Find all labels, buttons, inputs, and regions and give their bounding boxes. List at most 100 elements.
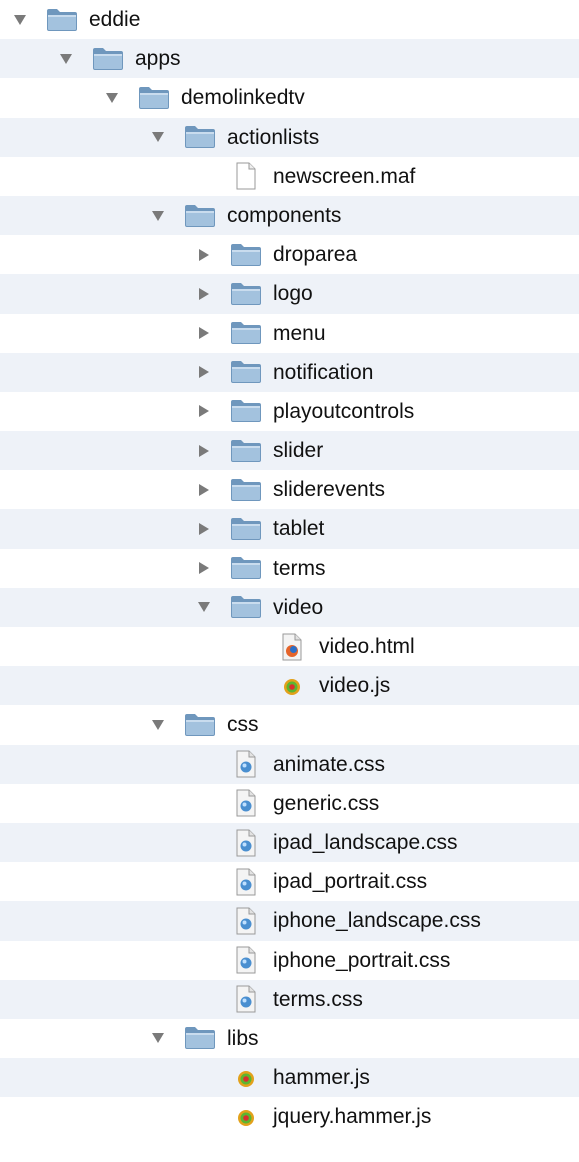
tree-item-label: eddie [89, 8, 141, 31]
tree-item-label: playoutcontrols [273, 399, 415, 423]
folder-icon [89, 39, 127, 78]
tree-row-folder[interactable]: libs [0, 1018, 579, 1059]
tree-row-file[interactable]: video.html [0, 627, 579, 667]
tree-item-label: jquery.hammer.js [273, 1105, 432, 1129]
js-file-icon [273, 666, 311, 705]
tree-row-file[interactable]: newscreen.maf [0, 156, 579, 196]
folder-icon [227, 431, 265, 470]
tree-row-file[interactable]: ipad_portrait.css [0, 862, 579, 902]
disclosure-triangle-collapsed-icon[interactable] [193, 431, 215, 470]
tree-row-folder[interactable]: css [0, 705, 579, 745]
tree-item-label: terms [273, 556, 326, 580]
tree-item-label: animate.css [273, 752, 386, 776]
tree-row-folder[interactable]: sliderevents [0, 470, 579, 510]
tree-item-label: generic.css [273, 791, 380, 815]
css-file-icon [227, 901, 265, 940]
disclosure-triangle-expanded-icon[interactable] [147, 196, 169, 235]
html-file-icon [273, 627, 311, 666]
tree-item-label: video.html [319, 635, 415, 658]
tree-row-folder[interactable]: logo [0, 274, 579, 314]
tree-row-folder[interactable]: menu [0, 313, 579, 353]
folder-icon [227, 549, 265, 588]
tree-row-folder[interactable]: terms [0, 548, 579, 588]
css-file-icon [227, 980, 265, 1019]
folder-icon [181, 1019, 219, 1058]
tree-row-file[interactable]: ipad_landscape.css [0, 822, 579, 863]
disclosure-triangle-expanded-icon[interactable] [101, 78, 123, 117]
tree-row-folder[interactable]: eddie [0, 0, 579, 40]
disclosure-triangle-expanded-icon[interactable] [147, 1019, 169, 1058]
css-file-icon [227, 862, 265, 901]
tree-row-file[interactable]: hammer.js [0, 1058, 579, 1098]
tree-item-label: ipad_landscape.css [273, 830, 458, 854]
tree-row-file[interactable]: iphone_portrait.css [0, 940, 579, 980]
tree-item-label: hammer.js [273, 1066, 370, 1090]
folder-icon [181, 196, 219, 235]
disclosure-triangle-collapsed-icon[interactable] [193, 392, 215, 431]
folder-icon [227, 314, 265, 353]
tree-item-label: ipad_portrait.css [273, 870, 428, 894]
disclosure-triangle-collapsed-icon[interactable] [193, 353, 215, 392]
disclosure-triangle-expanded-icon[interactable] [147, 705, 169, 744]
tree-item-label: menu [273, 321, 326, 345]
css-file-icon [227, 823, 265, 862]
tree-row-folder[interactable]: components [0, 195, 579, 236]
tree-row-folder[interactable]: video [0, 587, 579, 627]
tree-item-label: tablet [273, 517, 325, 541]
tree-row-file[interactable]: animate.css [0, 744, 579, 784]
tree-row-folder[interactable]: apps [0, 39, 579, 79]
js-file-icon [227, 1097, 265, 1136]
tree-row-folder[interactable]: demolinkedtv [0, 78, 579, 118]
tree-row-folder[interactable]: playoutcontrols [0, 391, 579, 432]
disclosure-triangle-collapsed-icon[interactable] [193, 470, 215, 509]
folder-icon [135, 78, 173, 117]
disclosure-triangle-collapsed-icon[interactable] [193, 549, 215, 588]
tree-item-label: components [227, 203, 342, 227]
folder-icon [43, 0, 81, 39]
tree-row-folder[interactable]: notification [0, 352, 579, 392]
folder-icon [227, 470, 265, 509]
folder-icon [227, 274, 265, 313]
disclosure-triangle-expanded-icon[interactable] [55, 39, 77, 78]
tree-item-label: video.js [319, 674, 391, 698]
tree-row-file[interactable]: generic.css [0, 783, 579, 823]
tree-row-folder[interactable]: tablet [0, 509, 579, 549]
tree-item-label: droparea [273, 243, 358, 267]
folder-icon [227, 588, 265, 627]
tree-item-label: video [273, 595, 324, 619]
folder-icon [181, 118, 219, 157]
folder-icon [227, 392, 265, 431]
tree-row-file[interactable]: iphone_landscape.css [0, 901, 579, 941]
tree-item-label: logo [273, 282, 313, 306]
tree-item-label: notification [273, 360, 374, 384]
tree-item-label: newscreen.maf [273, 164, 416, 188]
tree-item-label: apps [135, 47, 181, 71]
folder-icon [227, 235, 265, 274]
tree-row-file[interactable]: terms.css [0, 979, 579, 1019]
js-file-icon [227, 1058, 265, 1097]
disclosure-triangle-collapsed-icon[interactable] [193, 274, 215, 313]
disclosure-triangle-collapsed-icon[interactable] [193, 235, 215, 274]
folder-icon [227, 509, 265, 548]
disclosure-triangle-expanded-icon[interactable] [147, 118, 169, 157]
tree-item-label: iphone_portrait.css [273, 948, 451, 972]
tree-row-folder[interactable]: slider [0, 431, 579, 471]
tree-row-file[interactable]: video.js [0, 666, 579, 706]
tree-row-folder[interactable]: actionlists [0, 117, 579, 157]
tree-item-label: iphone_landscape.css [273, 909, 481, 933]
tree-item-label: actionlists [227, 125, 320, 149]
disclosure-triangle-expanded-icon[interactable] [9, 0, 31, 39]
folder-icon [181, 705, 219, 744]
tree-item-label: css [227, 713, 259, 737]
disclosure-triangle-collapsed-icon[interactable] [193, 509, 215, 548]
generic-file-icon [227, 157, 265, 196]
tree-item-label: slider [273, 439, 324, 463]
file-tree: eddie apps demolinkedtv actionlists newscree… [0, 0, 579, 1162]
css-file-icon [227, 941, 265, 980]
tree-row-folder[interactable]: droparea [0, 235, 579, 275]
css-file-icon [227, 745, 265, 784]
tree-item-label: terms.css [273, 987, 363, 1011]
disclosure-triangle-expanded-icon[interactable] [193, 588, 215, 627]
tree-row-file[interactable]: jquery.hammer.js [0, 1097, 579, 1137]
disclosure-triangle-collapsed-icon[interactable] [193, 314, 215, 353]
